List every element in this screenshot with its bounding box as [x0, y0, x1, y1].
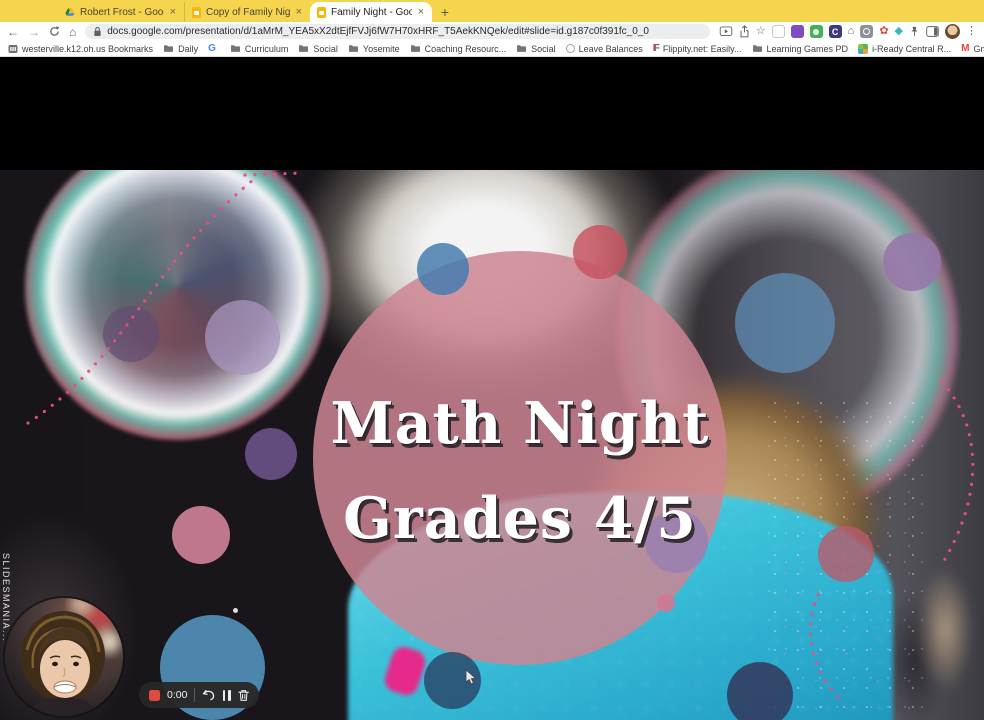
bookmark-label: Social — [531, 43, 556, 54]
bookmark-label: Curriculum — [244, 43, 289, 54]
folder-icon — [410, 45, 420, 52]
browser-window: Robert Frost - Google Drive × Copy of Fa… — [0, 0, 984, 720]
screenshot-extension-icon[interactable] — [860, 25, 874, 38]
slide-title[interactable]: Math Night Grades 4/5 — [28, 376, 984, 566]
google-slides-icon — [192, 6, 201, 18]
extension-icon-green[interactable] — [809, 25, 823, 38]
bookmark-label: westerville.k12.oh.us Bookmarks — [22, 43, 154, 54]
webcam-overlay[interactable] — [5, 598, 123, 716]
bookmark-flippity[interactable]: F Flippity.net: Easily... — [653, 43, 742, 54]
new-tab-button[interactable]: + — [432, 2, 458, 22]
bookmark-iready[interactable]: i-Ready Central R... — [858, 43, 952, 54]
extensions-pin-icon[interactable] — [909, 26, 920, 37]
extension-icon-light[interactable] — [771, 25, 785, 38]
bookmark-google[interactable]: G — [208, 43, 220, 54]
flower-extension-icon[interactable]: ✿ — [879, 26, 888, 37]
profile-avatar[interactable] — [945, 24, 960, 39]
google-slides-icon — [317, 6, 326, 18]
bookmark-label: Gmail — [973, 43, 984, 54]
slide-title-line2: Grades 4/5 — [343, 485, 697, 552]
address-bar[interactable]: docs.google.com/presentation/d/1aMrM_YEA… — [85, 24, 710, 39]
bookmark-star-icon[interactable]: ☆ — [756, 26, 766, 37]
share-icon[interactable] — [739, 25, 750, 38]
extension-icon-purple[interactable] — [790, 25, 804, 38]
tab-family-night-active[interactable]: Family Night - Google Slides × — [310, 2, 432, 22]
folder-icon — [230, 45, 240, 52]
folder-icon — [299, 45, 309, 52]
bookmark-label: i-Ready Central R... — [872, 43, 952, 54]
bookmark-label: Leave Balances — [578, 43, 643, 54]
recording-timer: 0:00 — [167, 689, 188, 701]
mouse-cursor — [465, 669, 477, 685]
tab-robert-frost[interactable]: Robert Frost - Google Drive × — [58, 2, 184, 22]
tab-strip: Robert Frost - Google Drive × Copy of Fa… — [0, 0, 984, 22]
presentation-stage: Math Night Grades 4/5 — [0, 58, 984, 720]
tab-title: Family Night - Google Slides — [331, 6, 412, 18]
bookmark-folder-social-2[interactable]: Social — [516, 44, 556, 54]
tab-close-icon[interactable]: × — [169, 6, 177, 18]
bookmark-folder-social[interactable]: Social — [298, 44, 338, 54]
folder-icon — [348, 45, 358, 52]
delete-recording-icon[interactable] — [238, 689, 249, 702]
bookmark-gmail[interactable]: M Gmail — [961, 43, 984, 54]
ring-icon — [565, 44, 575, 53]
restart-recording-icon[interactable] — [202, 689, 215, 701]
site-icon — [8, 44, 18, 53]
extension-icon-c[interactable]: C — [828, 25, 842, 38]
bookmark-label: Daily — [178, 43, 199, 54]
folder-icon — [164, 45, 174, 52]
tab-close-icon[interactable]: × — [417, 6, 425, 18]
tab-close-icon[interactable]: × — [295, 6, 303, 18]
browser-toolbar: ← → ⌂ docs.google.com/presentation/d/1aM… — [0, 22, 984, 41]
bookmark-leave-balances[interactable]: Leave Balances — [565, 43, 643, 54]
bookmark-folder-daily[interactable]: Daily — [163, 44, 198, 54]
recording-toolbar: 0:00 — [139, 682, 259, 708]
stop-recording-button[interactable] — [149, 689, 160, 701]
lock-icon — [94, 26, 101, 36]
presenter-face — [5, 598, 123, 716]
bookmarks-bar: westerville.k12.oh.us Bookmarks Daily G … — [0, 41, 984, 57]
browser-menu-icon[interactable]: ⋮ — [966, 26, 977, 37]
reload-icon[interactable] — [49, 26, 60, 37]
forward-icon[interactable]: → — [28, 26, 40, 38]
bookmark-label: Flippity.net: Easily... — [662, 43, 742, 54]
slide-canvas[interactable]: Math Night Grades 4/5 — [0, 170, 984, 720]
bookmark-label: Coaching Resourc... — [424, 43, 507, 54]
bookmark-folder-yosemite[interactable]: Yosemite — [348, 44, 400, 54]
folder-icon — [517, 45, 527, 52]
media-controls-icon[interactable] — [719, 26, 733, 37]
iready-icon — [858, 43, 869, 54]
home-icon[interactable]: ⌂ — [69, 26, 76, 38]
gmail-icon: M — [961, 43, 970, 54]
flippity-icon: F — [652, 43, 659, 54]
slide-title-line1: Math Night — [330, 390, 710, 457]
bookmark-label: Yosemite — [362, 43, 400, 54]
folder-icon — [752, 45, 762, 52]
back-icon[interactable]: ← — [7, 26, 19, 38]
bookmark-label: Learning Games PD — [766, 43, 849, 54]
url-text: docs.google.com/presentation/d/1aMrM_YEA… — [107, 26, 649, 37]
bookmark-folder-learning-games[interactable]: Learning Games PD — [752, 43, 849, 54]
bookmark-folder-curriculum[interactable]: Curriculum — [230, 43, 289, 54]
tab-title: Robert Frost - Google Drive — [80, 6, 164, 18]
google-drive-icon — [65, 7, 75, 16]
toolbar-divider — [194, 688, 196, 702]
tab-title: Copy of Family Night - Googl — [206, 6, 290, 18]
diamond-extension-icon[interactable]: ◆ — [895, 26, 903, 37]
home-extension-icon[interactable]: ⌂ — [848, 26, 855, 37]
pause-recording-icon[interactable] — [222, 689, 231, 701]
side-panel-icon[interactable] — [926, 26, 939, 37]
bookmark-folder-coaching[interactable]: Coaching Resourc... — [410, 43, 507, 54]
google-g-icon: G — [208, 43, 216, 54]
bookmark-label: Social — [313, 43, 338, 54]
tab-copy-family-night[interactable]: Copy of Family Night - Googl × — [184, 2, 310, 22]
bookmark-westerville[interactable]: westerville.k12.oh.us Bookmarks — [8, 44, 153, 54]
toolbar-icons: ☆ C ⌂ ✿ ◆ ⋮ — [719, 24, 977, 39]
